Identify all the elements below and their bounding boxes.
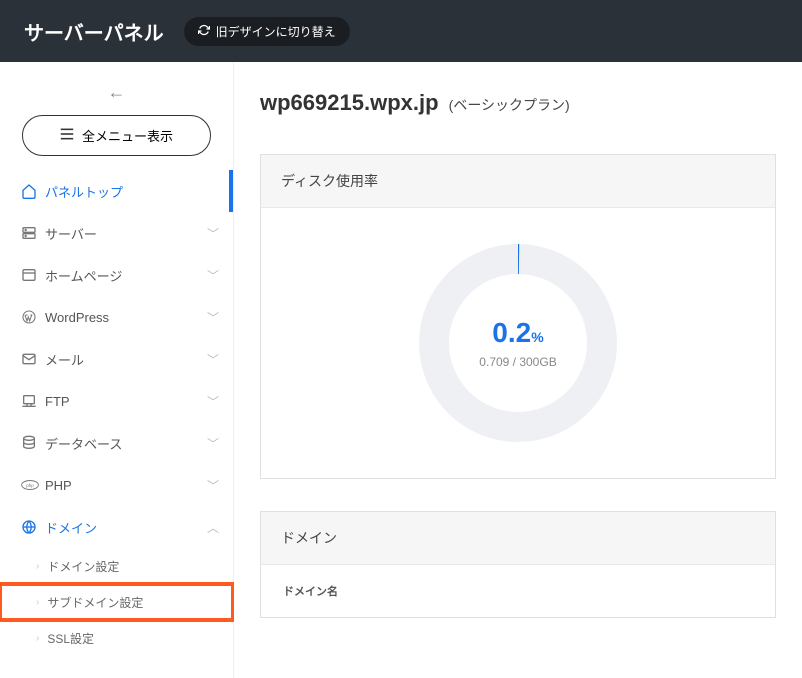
back-arrow-icon: ← — [108, 82, 126, 102]
chevron-down-icon: ﹀ — [207, 393, 219, 410]
submenu-globe: › ドメイン設定 › サブドメイン設定 › SSL設定 — [0, 548, 233, 656]
chevron-right-icon: › — [36, 597, 39, 608]
sidebar-item-label: FTP — [45, 394, 207, 409]
chevron-right-icon: › — [36, 633, 39, 644]
topbar: サーバーパネル 旧デザインに切り替え — [0, 0, 802, 62]
disk-usage-percent: 0.2% — [479, 317, 556, 349]
submenu-item[interactable]: › SSL設定 — [0, 620, 233, 656]
sidebar-item-home[interactable]: パネルトップ — [0, 170, 233, 212]
browser-icon — [21, 267, 45, 283]
sidebar-item-database[interactable]: データベース﹀ — [0, 422, 233, 464]
switch-design-button[interactable]: 旧デザインに切り替え — [184, 17, 350, 46]
switch-design-label: 旧デザインに切り替え — [216, 23, 336, 40]
chevron-up-icon: ︿ — [207, 519, 219, 536]
plan-label: (ベーシックプラン) — [449, 97, 570, 113]
disk-usage-title: ディスク使用率 — [261, 155, 775, 208]
chevron-down-icon: ﹀ — [207, 267, 219, 284]
sidebar-item-label: サーバー — [45, 224, 207, 243]
submenu-item-label: ドメイン設定 — [47, 558, 119, 575]
ftp-icon — [21, 393, 45, 409]
sidebar-item-label: ホームページ — [45, 266, 207, 285]
home-icon — [21, 183, 45, 199]
page-title: wp669215.wpx.jp (ベーシックプラン) — [260, 90, 776, 116]
domain-card: ドメイン ドメイン名 — [260, 511, 776, 618]
domain-table-header: ドメイン名 — [261, 565, 775, 617]
all-menu-button[interactable]: 全メニュー表示 — [22, 115, 211, 156]
menu-list: パネルトップサーバー﹀ホームページ﹀WordPress﹀メール﹀FTP﹀データベ… — [0, 170, 233, 656]
chevron-down-icon: ﹀ — [207, 351, 219, 368]
server-name: wp669215.wpx.jp — [260, 90, 439, 115]
domain-col-name: ドメイン名 — [283, 586, 338, 598]
sidebar-item-mail[interactable]: メール﹀ — [0, 338, 233, 380]
disk-usage-card: ディスク使用率 0.2% 0.709 / 300GB — [260, 154, 776, 479]
sidebar-item-label: WordPress — [45, 310, 207, 325]
sidebar-item-globe[interactable]: ドメイン︿ — [0, 506, 233, 548]
hamburger-icon — [60, 128, 74, 143]
chevron-down-icon: ﹀ — [207, 309, 219, 326]
submenu-item[interactable]: › ドメイン設定 — [0, 548, 233, 584]
chevron-down-icon: ﹀ — [207, 225, 219, 242]
sidebar-item-label: メール — [45, 350, 207, 369]
submenu-item-label: サブドメイン設定 — [47, 594, 143, 611]
domain-card-title: ドメイン — [261, 512, 775, 565]
back-button[interactable]: ← — [0, 76, 233, 115]
php-icon: php — [21, 477, 45, 493]
sidebar-item-ftp[interactable]: FTP﹀ — [0, 380, 233, 422]
submenu-item-label: SSL設定 — [47, 630, 94, 647]
all-menu-label: 全メニュー表示 — [82, 126, 173, 145]
mail-icon — [21, 351, 45, 367]
sidebar-item-label: パネルトップ — [45, 182, 215, 201]
chevron-right-icon: › — [36, 561, 39, 572]
svg-text:php: php — [26, 483, 34, 488]
refresh-icon — [198, 24, 210, 39]
sidebar: ← 全メニュー表示 パネルトップサーバー﹀ホームページ﹀WordPress﹀メー… — [0, 62, 234, 678]
sidebar-item-label: ドメイン — [45, 518, 207, 537]
sidebar-item-label: PHP — [45, 478, 207, 493]
chevron-down-icon: ﹀ — [207, 477, 219, 494]
database-icon — [21, 435, 45, 451]
disk-usage-detail: 0.709 / 300GB — [479, 355, 556, 369]
submenu-item[interactable]: › サブドメイン設定 — [0, 584, 233, 620]
brand-title: サーバーパネル — [24, 17, 164, 46]
sidebar-item-server[interactable]: サーバー﹀ — [0, 212, 233, 254]
chevron-down-icon: ﹀ — [207, 435, 219, 452]
sidebar-item-wordpress[interactable]: WordPress﹀ — [0, 296, 233, 338]
sidebar-item-browser[interactable]: ホームページ﹀ — [0, 254, 233, 296]
disk-usage-gauge: 0.2% 0.709 / 300GB — [413, 238, 623, 448]
sidebar-item-label: データベース — [45, 434, 207, 453]
sidebar-item-php[interactable]: php PHP﹀ — [0, 464, 233, 506]
main-content: wp669215.wpx.jp (ベーシックプラン) ディスク使用率 0.2% — [234, 62, 802, 678]
globe-icon — [21, 519, 45, 535]
wordpress-icon — [21, 309, 45, 325]
server-icon — [21, 225, 45, 241]
